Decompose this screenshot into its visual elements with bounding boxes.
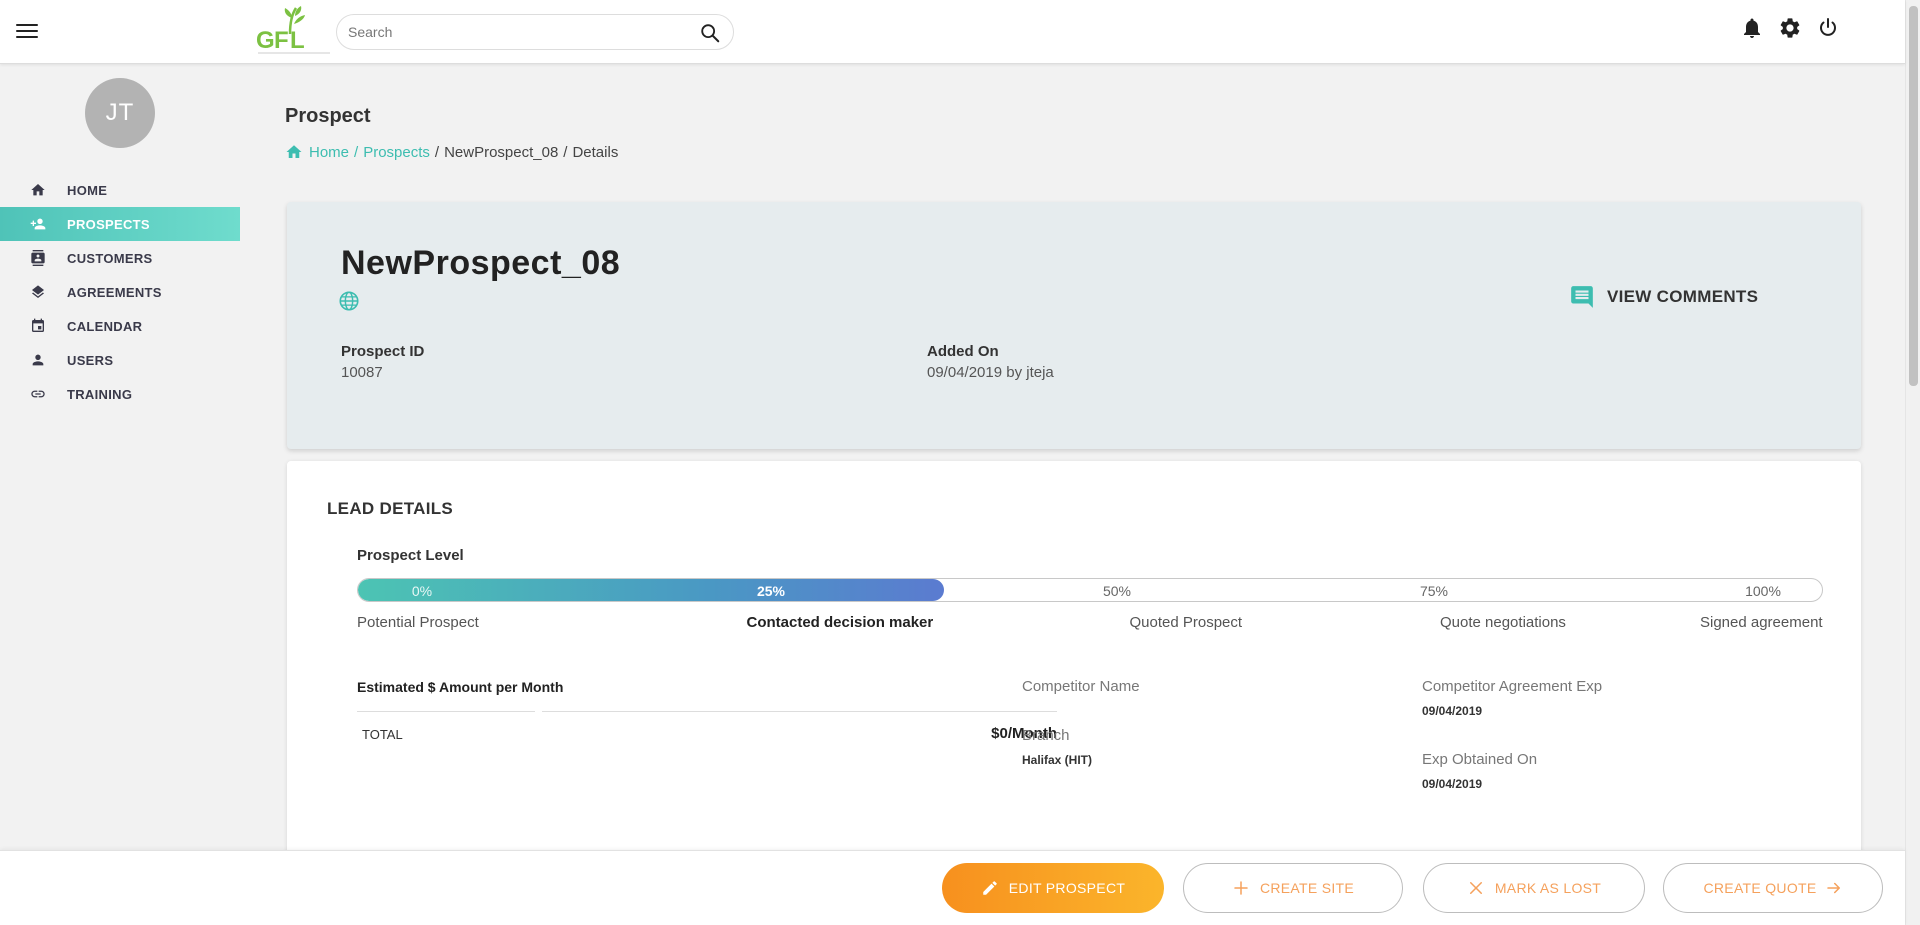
branch-label: Branch — [1022, 727, 1070, 744]
edit-prospect-label: EDIT PROSPECT — [1008, 880, 1126, 896]
person-add-icon — [30, 218, 46, 230]
comment-icon — [1571, 286, 1593, 308]
mark-as-lost-button[interactable]: MARK AS LOST — [1423, 863, 1645, 913]
added-on-value: 09/04/2019 by jteja — [927, 364, 1054, 381]
gear-icon[interactable] — [1778, 16, 1802, 40]
create-site-button[interactable]: CREATE SITE — [1183, 863, 1403, 913]
sidebar-nav: HOME PROSPECTS CUSTOMERS AGREEMENTS CALE… — [0, 173, 240, 411]
home-icon[interactable] — [285, 143, 303, 161]
sidebar-item-label: HOME — [67, 182, 108, 198]
power-icon[interactable] — [1816, 16, 1840, 40]
breadcrumb-separator: / — [354, 143, 359, 161]
lead-details-card: LEAD DETAILS Prospect Level 0% 25% 50% 75% 1… — [287, 461, 1861, 881]
view-comments-button[interactable]: VIEW COMMENTS — [1569, 284, 1758, 310]
menu-icon[interactable] — [16, 24, 38, 40]
search-box — [336, 14, 734, 50]
prospect-stage-label: Signed agreement — [1700, 614, 1823, 631]
gfl-logo[interactable]: G F L — [254, 4, 334, 56]
calendar-icon — [32, 318, 44, 332]
create-site-label: CREATE SITE — [1259, 880, 1355, 896]
sidebar-item-customers[interactable]: CUSTOMERS — [0, 241, 240, 275]
svg-text:F: F — [274, 27, 289, 54]
lead-details-title: LEAD DETAILS — [327, 499, 454, 518]
progress-percent-label: 0% — [411, 583, 433, 599]
competitor-agreement-exp-value: 09/04/2019 — [1422, 704, 1483, 718]
arrow-right-icon — [1826, 882, 1840, 894]
sidebar-item-label: PROSPECTS — [67, 216, 150, 232]
breadcrumb-item: NewProspect_08 — [444, 143, 559, 161]
prospect-header-card: NewProspect_08 VIEW COMMENTS Prospect ID… — [287, 202, 1861, 449]
create-quote-button[interactable]: CREATE QUOTE — [1663, 863, 1883, 913]
sidebar-item-label: AGREEMENTS — [67, 284, 162, 300]
sidebar-item-agreements[interactable]: AGREEMENTS — [0, 275, 240, 309]
breadcrumb-prospects-link[interactable]: Prospects — [363, 144, 430, 161]
sidebar-item-prospects[interactable]: PROSPECTS — [0, 207, 240, 241]
estimate-title: Estimated $ Amount per Month — [357, 679, 564, 695]
breadcrumb: Home / Prospects / NewProspect_08 / Deta… — [285, 143, 618, 161]
sidebar-item-label: USERS — [67, 352, 114, 368]
breadcrumb-home-link[interactable]: Home — [309, 144, 349, 161]
breadcrumb-separator: / — [563, 143, 568, 161]
added-on-label: Added On — [927, 343, 999, 360]
divider — [357, 711, 535, 712]
branch-value: Halifax (HIT) — [1022, 753, 1093, 767]
progress-percent-label: 25% — [756, 583, 786, 599]
page-title: Prospect — [285, 105, 371, 127]
progress-percent-label: 75% — [1419, 583, 1449, 599]
sidebar-item-users[interactable]: USERS — [0, 343, 240, 377]
divider — [542, 711, 1057, 712]
competitor-agreement-exp-label: Competitor Agreement Exp — [1422, 678, 1603, 695]
layers-icon — [32, 285, 44, 299]
sidebar-item-training[interactable]: TRAINING — [0, 377, 240, 411]
sidebar-item-label: CUSTOMERS — [67, 250, 153, 266]
total-label: TOTAL — [362, 727, 403, 742]
competitor-name-label: Competitor Name — [1022, 678, 1140, 695]
contact-card-icon — [31, 250, 45, 266]
prospect-level-label: Prospect Level — [357, 547, 464, 564]
prospect-level-progress-bar[interactable]: 0% 25% 50% 75% 100% — [357, 578, 1823, 602]
prospect-name: NewProspect_08 — [341, 244, 621, 282]
top-actions — [1740, 16, 1840, 40]
link-icon — [31, 390, 45, 398]
progress-percent-label: 100% — [1745, 583, 1781, 599]
action-footer: EDIT PROSPECT CREATE SITE MARK AS LOST C… — [0, 850, 1905, 925]
user-icon — [32, 354, 44, 366]
breadcrumb-current: Details — [572, 143, 619, 161]
create-quote-label: CREATE QUOTE — [1703, 880, 1817, 896]
sidebar-item-calendar[interactable]: CALENDAR — [0, 309, 240, 343]
mark-as-lost-label: MARK AS LOST — [1494, 880, 1602, 896]
svg-text:G: G — [256, 27, 275, 54]
sidebar-item-label: TRAINING — [67, 386, 133, 402]
exp-obtained-on-label: Exp Obtained On — [1422, 751, 1538, 768]
sidebar-item-label: CALENDAR — [67, 318, 143, 334]
search-icon[interactable] — [699, 22, 721, 44]
top-app-bar: G F L — [0, 0, 1905, 64]
prospect-stage-label: Quoted Prospect — [1129, 614, 1243, 631]
sidebar: JT HOME PROSPECTS CUSTOMERS AGREEMENTS C… — [0, 64, 240, 925]
prospect-stage-label: Potential Prospect — [357, 614, 479, 631]
prospect-id-value: 10087 — [341, 364, 383, 381]
search-input[interactable] — [348, 24, 688, 40]
globe-icon[interactable] — [338, 290, 360, 312]
pencil-icon — [983, 881, 997, 895]
home-icon — [31, 184, 45, 196]
prospect-stage-label: Quote negotiations — [1440, 614, 1566, 631]
avatar[interactable]: JT — [85, 78, 155, 148]
edit-prospect-button[interactable]: EDIT PROSPECT — [942, 863, 1164, 913]
vertical-scrollbar[interactable] — [1905, 0, 1920, 925]
progress-percent-label: 50% — [1102, 583, 1132, 599]
svg-text:L: L — [290, 27, 305, 54]
prospect-stage-label: Contacted decision maker — [746, 614, 934, 631]
plus-icon — [1234, 881, 1248, 895]
progress-fill — [358, 579, 944, 601]
sidebar-item-home[interactable]: HOME — [0, 173, 240, 207]
view-comments-label: VIEW COMMENTS — [1607, 287, 1759, 306]
prospect-id-label: Prospect ID — [341, 343, 425, 360]
scrollbar-thumb[interactable] — [1909, 6, 1918, 386]
breadcrumb-separator: / — [434, 143, 440, 161]
bell-icon[interactable] — [1740, 16, 1764, 40]
close-icon — [1469, 882, 1482, 894]
exp-obtained-on-value: 09/04/2019 — [1422, 777, 1483, 791]
